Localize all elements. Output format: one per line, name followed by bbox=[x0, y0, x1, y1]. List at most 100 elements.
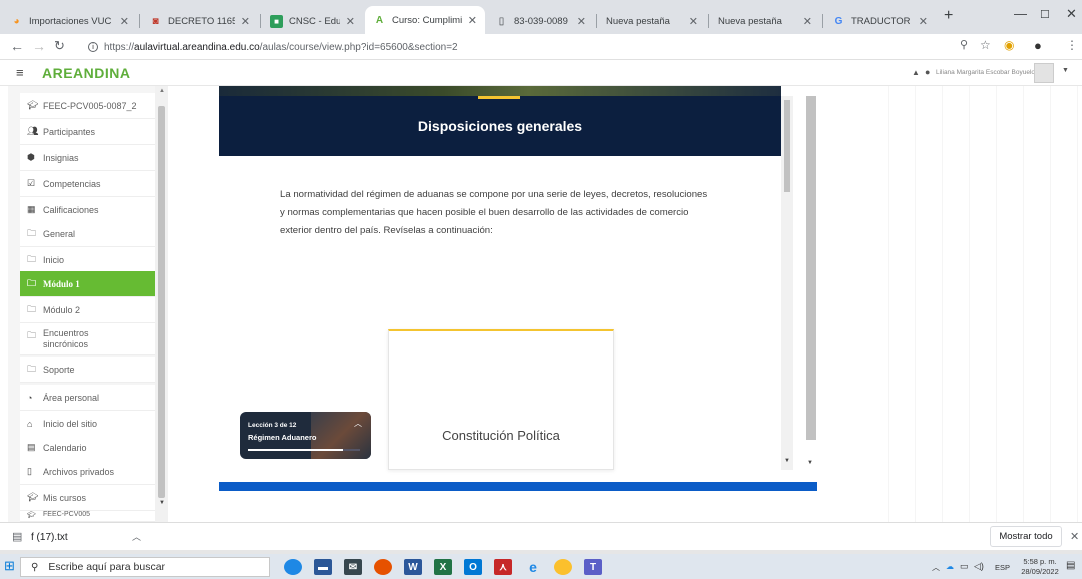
scroll-down-icon[interactable]: ▼ bbox=[807, 460, 813, 466]
close-tab-icon[interactable]: ✕ bbox=[689, 15, 698, 28]
browser-tab[interactable]: G TRADUCTOR - Busc ✕ bbox=[824, 8, 936, 34]
sidebar-item-participantes[interactable]: 👥︎ Participantes bbox=[20, 119, 155, 145]
graduation-cap-icon: 🎓︎ bbox=[27, 492, 39, 502]
internet-explorer-icon[interactable]: e bbox=[524, 559, 542, 575]
browser-tab[interactable]: ■ CNSC - Educacion ✕ bbox=[262, 8, 363, 34]
mail-icon[interactable]: ✉ bbox=[344, 559, 362, 575]
close-window-icon[interactable]: ✕ bbox=[1066, 6, 1077, 22]
page-scrollbar-thumb[interactable] bbox=[806, 96, 816, 440]
volume-icon[interactable]: ◁) bbox=[974, 561, 984, 572]
clock-time[interactable]: 5:58 p. m. bbox=[1020, 557, 1060, 566]
sidebar-item-modulo-2[interactable]: 🗀︎ Módulo 2 bbox=[20, 297, 155, 323]
outlook-icon[interactable]: O bbox=[464, 559, 482, 575]
close-tab-icon[interactable]: ✕ bbox=[919, 15, 928, 28]
google-icon: G bbox=[834, 15, 843, 27]
close-tab-icon[interactable]: ✕ bbox=[803, 15, 812, 28]
close-tab-icon[interactable]: ✕ bbox=[577, 15, 586, 28]
chrome-icon[interactable] bbox=[554, 559, 572, 575]
section-footer-bar bbox=[219, 482, 817, 491]
tray-expand-icon[interactable]: ︿ bbox=[932, 562, 940, 573]
messages-icon[interactable]: ● bbox=[925, 67, 930, 77]
sidebar-item-inicio[interactable]: 🗀︎ Inicio bbox=[20, 247, 155, 273]
sidebar-item-course[interactable]: 🎓︎ FEEC-PCV005-0087_2 bbox=[20, 93, 155, 119]
scroll-down-icon[interactable]: ▼ bbox=[159, 500, 165, 506]
chevron-up-icon[interactable]: ︿ bbox=[354, 418, 362, 429]
forward-icon[interactable]: → bbox=[32, 38, 46, 54]
url-field[interactable]: i https://aulavirtual.areandina.edu.co/a… bbox=[88, 38, 988, 56]
teams-icon[interactable]: T bbox=[584, 559, 602, 575]
show-all-button[interactable]: Mostrar todo bbox=[990, 526, 1062, 547]
sidebar-item-course-link[interactable]: 🎓︎ FEEC-PCV005 bbox=[20, 511, 155, 522]
firefox-icon[interactable] bbox=[374, 559, 392, 575]
chevron-down-icon[interactable]: ▼ bbox=[1062, 67, 1069, 74]
content-scrollbar-thumb[interactable] bbox=[784, 100, 790, 192]
acrobat-icon[interactable]: ⋏ bbox=[494, 559, 512, 575]
extension-icon[interactable]: ◉ bbox=[1004, 38, 1014, 52]
browser-tab[interactable]: ◙ DECRETO 1165 DE ✕ bbox=[141, 8, 258, 34]
folder-icon: 🗀︎ bbox=[27, 253, 37, 264]
sidebar-item-competencias[interactable]: ☑ Competencias bbox=[20, 171, 155, 197]
info-icon[interactable]: i bbox=[88, 42, 98, 52]
close-tab-icon[interactable]: ✕ bbox=[468, 14, 477, 27]
calendar-icon: ▤ bbox=[27, 442, 36, 452]
sidebar-item-modulo-1[interactable]: 🗀︎ Módulo 1 bbox=[20, 271, 155, 297]
sidebar-item-area-personal[interactable]: ◔ Área personal bbox=[20, 385, 155, 411]
scroll-down-icon[interactable]: ▼ bbox=[784, 458, 790, 464]
network-icon[interactable]: ▭ bbox=[960, 561, 969, 572]
file-icon: ▯ bbox=[498, 15, 505, 27]
areandina-icon: A bbox=[375, 14, 384, 26]
close-tab-icon[interactable]: ✕ bbox=[346, 15, 355, 28]
folder-icon: 🗀︎ bbox=[27, 330, 37, 340]
graduation-cap-icon: 🎓︎ bbox=[27, 100, 39, 110]
sidebar-item-inicio-sitio[interactable]: ⌂ Inicio del sitio bbox=[20, 411, 155, 437]
back-icon[interactable]: ← bbox=[10, 38, 24, 54]
browser-tab[interactable]: ▯ 83-039-0089 ✕ bbox=[487, 8, 594, 34]
maximize-icon[interactable]: ☐ bbox=[1040, 8, 1050, 21]
task-view-icon[interactable]: ▬ bbox=[314, 559, 332, 575]
avatar[interactable] bbox=[1034, 63, 1054, 83]
card-title: Constitución Política bbox=[442, 428, 560, 443]
sidebar-item-general[interactable]: 🗀︎ General bbox=[20, 221, 155, 247]
sidebar-item-archivos-privados[interactable]: ▯ Archivos privados bbox=[20, 459, 155, 485]
content-card[interactable] bbox=[388, 329, 614, 470]
browser-tab[interactable]: Nueva pestaña ✕ bbox=[598, 8, 706, 34]
zoom-icon[interactable]: ⚲ bbox=[960, 38, 968, 51]
sidebar-item-calificaciones[interactable]: ▦ Calificaciones bbox=[20, 197, 155, 223]
sidebar-item-insignias[interactable]: ⬢ Insignias bbox=[20, 145, 155, 171]
areandina-logo[interactable]: AREANDINA bbox=[42, 65, 131, 81]
reload-icon[interactable]: ↻ bbox=[54, 38, 65, 54]
sidebar-item-encuentros[interactable]: 🗀︎ Encuentros sincrónicos bbox=[20, 323, 155, 355]
graduation-cap-icon: 🎓︎ bbox=[27, 512, 36, 519]
notifications-icon[interactable]: ▤ bbox=[1066, 560, 1075, 571]
sidebar-scrollbar-thumb[interactable] bbox=[158, 106, 165, 498]
minimize-icon[interactable]: — bbox=[1014, 6, 1027, 21]
user-name[interactable]: Liliana Margarita Escobar Boyuelo bbox=[936, 69, 1035, 76]
input-language[interactable]: ESP bbox=[995, 563, 1010, 572]
word-icon[interactable]: W bbox=[404, 559, 422, 575]
sidebar-item-soporte[interactable]: 🗀︎ Soporte bbox=[20, 357, 155, 383]
sidebar-item-mis-cursos[interactable]: 🎓︎ Mis cursos bbox=[20, 485, 155, 511]
excel-icon[interactable]: X bbox=[434, 559, 452, 575]
menu-kebab-icon[interactable]: ⋮ bbox=[1066, 38, 1078, 52]
close-tab-icon[interactable]: ✕ bbox=[241, 15, 250, 28]
download-file-name[interactable]: f (17).txt bbox=[31, 532, 68, 543]
new-tab-button[interactable]: + bbox=[944, 7, 953, 25]
browser-tab[interactable]: ◕ Importaciones VUC ✕ bbox=[2, 8, 137, 34]
profile-icon[interactable]: ● bbox=[1034, 38, 1042, 53]
clock-date[interactable]: 28/09/2022 bbox=[1020, 567, 1060, 576]
cortana-icon[interactable] bbox=[284, 559, 302, 575]
browser-tab[interactable]: Nueva pestaña ✕ bbox=[710, 8, 820, 34]
bookmark-star-icon[interactable]: ☆ bbox=[980, 38, 991, 52]
hamburger-menu-icon[interactable]: ≡ bbox=[16, 65, 24, 80]
browser-tab-active[interactable]: A Curso: Cumplimien ✕ bbox=[365, 6, 485, 34]
onedrive-icon[interactable]: ☁ bbox=[946, 562, 954, 571]
notification-bell-icon[interactable]: ▲ bbox=[912, 68, 920, 77]
sidebar-item-calendario[interactable]: ▤ Calendario bbox=[20, 435, 155, 461]
taskbar-search-input[interactable]: ⚲ Escribe aquí para buscar bbox=[20, 557, 270, 577]
site-header: ≡ AREANDINA ▲ ● Liliana Margarita Escoba… bbox=[0, 60, 1082, 86]
close-tab-icon[interactable]: ✕ bbox=[120, 15, 129, 28]
close-download-bar-icon[interactable]: ✕ bbox=[1070, 530, 1079, 543]
scroll-up-icon[interactable]: ▲ bbox=[159, 88, 165, 94]
chevron-up-icon[interactable]: ︿ bbox=[132, 530, 141, 543]
windows-start-icon[interactable]: ⊞ bbox=[4, 558, 15, 574]
